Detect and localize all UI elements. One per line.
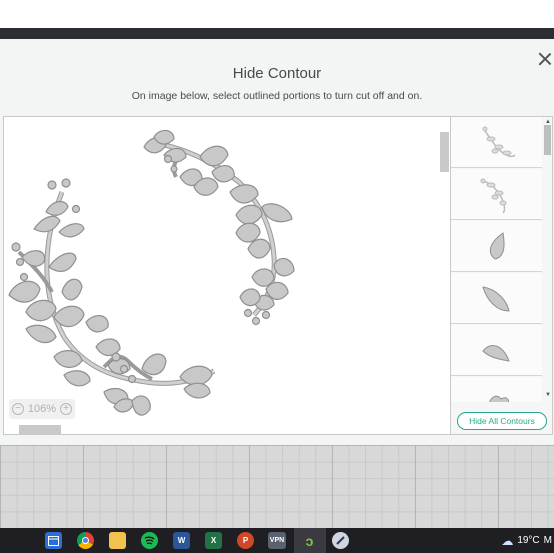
leaf-icon (489, 395, 510, 402)
contour-list-scrollbar[interactable] (544, 125, 551, 155)
leaf-icon (489, 232, 505, 260)
dialog-title: Hide Contour (232, 65, 322, 82)
spotify-icon[interactable] (141, 532, 158, 549)
hide-all-contours-button[interactable]: Hide All Contours (457, 412, 547, 430)
contour-list-panel: ▲ ▼ Hide All Contours (451, 116, 553, 435)
branch-icon (480, 178, 507, 214)
vpn-icon[interactable]: VPN (268, 532, 286, 549)
excel-icon[interactable]: X (205, 532, 222, 549)
chrome-icon[interactable] (77, 532, 94, 549)
system-tray: ☁ 19°C M (501, 528, 554, 553)
zoom-in-button[interactable]: + (59, 403, 72, 415)
taskbar: W X P VPN ↄ ☁ 19°C M (0, 528, 554, 553)
contour-thumb-branch-left[interactable] (451, 117, 542, 168)
app-icon[interactable] (332, 532, 349, 549)
zoom-control: − 106% + (9, 399, 75, 419)
contour-thumb-leaf-3[interactable] (451, 325, 542, 376)
word-icon[interactable]: W (173, 532, 190, 549)
design-space-icon[interactable]: ↄ (301, 532, 318, 549)
top-bar (0, 0, 554, 28)
zoom-level: 106% (27, 403, 57, 415)
contour-preview-canvas[interactable]: − 106% + (3, 116, 451, 435)
scroll-down-icon[interactable]: ▼ (545, 392, 551, 398)
contour-thumb-branch-right[interactable] (451, 169, 542, 220)
design-canvas-grid[interactable] (0, 445, 554, 528)
weather-temp[interactable]: 19°C (517, 535, 539, 546)
canvas-vertical-scrollbar[interactable] (440, 132, 449, 172)
file-explorer-icon[interactable] (109, 532, 126, 549)
contour-thumb-leaf-4[interactable] (451, 377, 542, 402)
contour-thumbnails[interactable] (451, 117, 542, 402)
branch-icon (482, 126, 516, 158)
dialog-subtitle: On image below, select outlined portions… (131, 90, 423, 102)
leaf-icon (482, 345, 510, 362)
powerpoint-icon[interactable]: P (237, 532, 254, 549)
contour-thumb-leaf-2[interactable] (451, 273, 542, 324)
app-header-strip (0, 28, 554, 39)
wreath-image[interactable] (4, 117, 440, 425)
close-icon[interactable] (538, 52, 552, 66)
calendar-icon[interactable] (45, 532, 62, 549)
weather-trailing: M (543, 535, 552, 546)
zoom-out-button[interactable]: − (12, 403, 24, 415)
weather-icon[interactable]: ☁ (501, 534, 513, 548)
leaf-icon (482, 286, 510, 312)
canvas-horizontal-scrollbar[interactable] (19, 425, 61, 434)
contour-thumb-leaf-1[interactable] (451, 221, 542, 272)
